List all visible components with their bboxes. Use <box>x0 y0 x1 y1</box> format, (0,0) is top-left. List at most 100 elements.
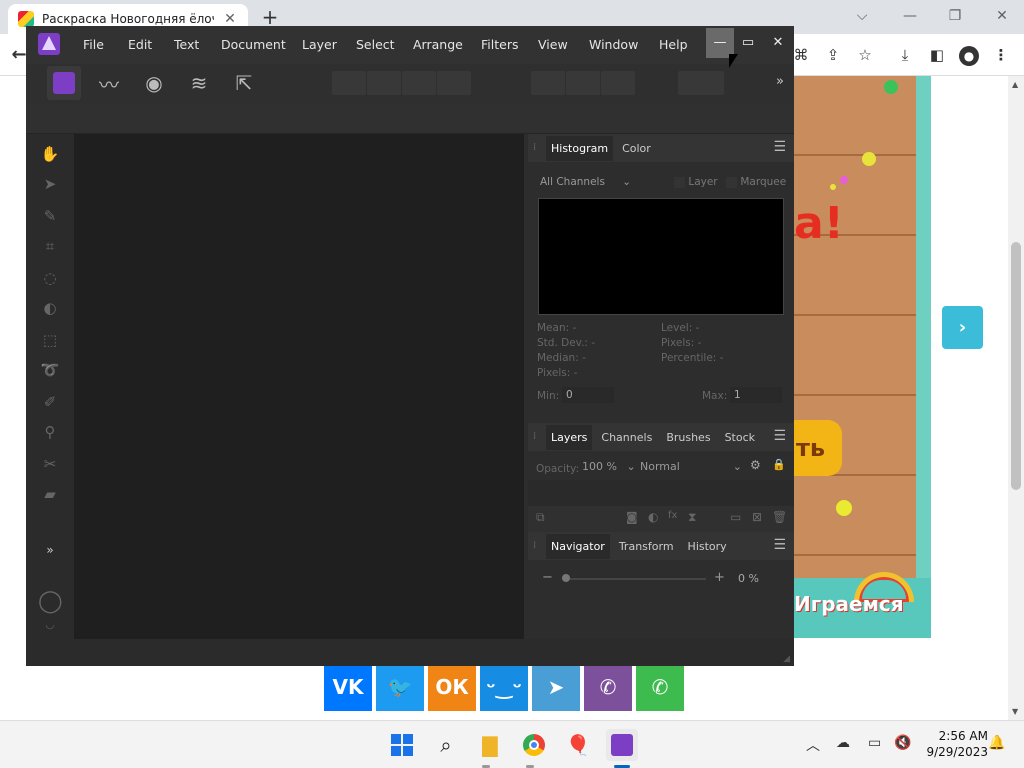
marquee-checkbox[interactable]: Marquee <box>726 176 786 188</box>
layers-list[interactable] <box>528 480 794 506</box>
channel-select[interactable]: All Channels ⌄ <box>540 176 631 188</box>
layer-checkbox[interactable]: Layer <box>674 176 718 188</box>
zoom-value[interactable]: 0 % <box>738 572 759 585</box>
balloon-app-icon[interactable]: 🎈 <box>562 729 594 761</box>
freehand-select-tool-icon[interactable]: ➰ <box>38 358 62 382</box>
move-tool-icon[interactable]: ➤ <box>38 172 62 196</box>
gear-icon[interactable]: ⚙ <box>750 458 761 472</box>
game-start-button[interactable]: ть <box>794 420 842 476</box>
opacity-field[interactable]: 100 % ⌄ <box>582 460 636 473</box>
tools-more-icon[interactable]: » <box>38 538 62 562</box>
photo-persona-icon[interactable] <box>47 66 81 100</box>
hand-tool-icon[interactable]: ✋ <box>38 142 62 166</box>
color-swatch-icon[interactable]: ◯ <box>38 590 63 614</box>
side-panel-icon[interactable]: ◧ <box>924 42 950 68</box>
affinity-maximize-button[interactable]: ▭ <box>734 28 762 58</box>
zoom-in-icon[interactable]: + <box>714 570 725 585</box>
new-layer-icon[interactable]: ⊠ <box>752 510 762 524</box>
tab-close-icon[interactable]: ✕ <box>222 11 238 27</box>
zoom-slider-thumb[interactable] <box>562 574 570 582</box>
live-filter-icon[interactable]: ⧗ <box>688 510 696 525</box>
fx-icon[interactable]: fx <box>668 510 677 521</box>
menu-help[interactable]: Help <box>659 37 688 52</box>
system-clock[interactable]: 2:56 AM 9/29/2023 <box>922 728 988 760</box>
next-arrow-button[interactable]: › <box>942 306 983 349</box>
tab-search-chevron-icon[interactable]: ⌵ <box>842 4 882 28</box>
develop-persona-icon[interactable]: ◉ <box>137 66 171 100</box>
moimir-share-button[interactable]: ᵕ‿ᵕ <box>480 663 528 711</box>
menu-select[interactable]: Select <box>356 37 395 52</box>
panel-grip-icon[interactable]: ⁞ <box>533 431 536 442</box>
menu-text[interactable]: Text <box>174 37 199 52</box>
layer-copy-icon[interactable]: ⧉ <box>536 510 545 525</box>
tab-transform[interactable]: Transform <box>614 534 679 559</box>
telegram-share-button[interactable]: ➤ <box>532 663 580 711</box>
flood-select-tool-icon[interactable]: ◐ <box>38 296 62 320</box>
menu-edit[interactable]: Edit <box>128 37 152 52</box>
menu-file[interactable]: File <box>83 37 104 52</box>
twitter-share-button[interactable]: 🐦 <box>376 663 424 711</box>
tab-channels[interactable]: Channels <box>596 425 657 450</box>
swap-colors-icon[interactable]: ◡ <box>38 614 62 638</box>
tone-mapping-persona-icon[interactable]: ≋ <box>182 66 216 100</box>
panel-menu-icon[interactable]: ☰ <box>773 428 786 444</box>
scroll-up-icon[interactable]: ▲ <box>1012 80 1018 89</box>
profile-avatar-icon[interactable]: ● <box>956 42 982 68</box>
volume-muted-icon[interactable]: 🔇 <box>894 735 911 751</box>
start-windows-icon[interactable] <box>386 729 418 761</box>
tab-layers[interactable]: Layers <box>546 424 593 450</box>
tray-overflow-chevron-icon[interactable]: ︿ <box>806 735 820 755</box>
menu-layer[interactable]: Layer <box>302 37 337 52</box>
toolbar-overflow-icon[interactable]: » <box>776 74 784 89</box>
affinity-close-button[interactable]: ✕ <box>764 28 792 58</box>
lock-icon[interactable]: 🔒 <box>772 458 786 471</box>
page-scrollbar[interactable]: ▲ ▼ <box>1008 76 1024 720</box>
color-picker-tool-icon[interactable]: ✎ <box>38 204 62 228</box>
zoom-slider[interactable] <box>562 574 706 582</box>
eraser-tool-icon[interactable]: ▰ <box>38 482 62 506</box>
tab-stock[interactable]: Stock <box>720 425 760 450</box>
selection-brush-tool-icon[interactable]: ◌ <box>38 266 62 290</box>
menu-arrange[interactable]: Arrange <box>413 37 463 52</box>
tab-history[interactable]: History <box>683 534 732 559</box>
adjustment-icon[interactable]: ◐ <box>648 510 658 524</box>
mask-layer-icon[interactable]: ◙ <box>626 510 638 524</box>
paint-brush-tool-icon[interactable]: ✐ <box>38 390 62 414</box>
affinity-photo-taskbar-icon[interactable] <box>606 729 638 761</box>
liquify-persona-icon[interactable]: 〰 <box>92 66 126 100</box>
menu-view[interactable]: View <box>538 37 568 52</box>
menu-document[interactable]: Document <box>221 37 286 52</box>
panel-grip-icon[interactable]: ⁞ <box>533 142 536 153</box>
zoom-out-icon[interactable]: − <box>542 570 553 585</box>
whatsapp-share-button[interactable]: ✆ <box>636 663 684 711</box>
tab-histogram[interactable]: Histogram <box>546 135 614 161</box>
resize-grip-icon[interactable]: ◢ <box>783 654 790 664</box>
notification-bell-icon[interactable]: 🔔 <box>988 735 1005 751</box>
browser-close-button[interactable]: ✕ <box>982 4 1022 28</box>
scrollbar-thumb[interactable] <box>1011 242 1021 490</box>
panel-menu-icon[interactable]: ☰ <box>773 139 786 155</box>
menu-filters[interactable]: Filters <box>481 37 518 52</box>
max-input[interactable]: 1 <box>730 387 782 403</box>
browser-minimize-button[interactable]: — <box>890 4 930 28</box>
marquee-tool-icon[interactable]: ⬚ <box>38 328 62 352</box>
viber-share-button[interactable]: ✆ <box>584 663 632 711</box>
coloring-game-frame[interactable]: a! ть Играемся <box>794 76 931 638</box>
trash-icon[interactable]: 🗑 <box>772 510 787 524</box>
odnoklassniki-share-button[interactable]: ОК <box>428 663 476 711</box>
crop-tool-icon[interactable]: ⌗ <box>38 234 62 258</box>
tab-navigator[interactable]: Navigator <box>546 533 610 559</box>
vk-share-button[interactable]: VK <box>324 663 372 711</box>
blend-mode-select[interactable]: Normal ⌄ <box>640 460 742 473</box>
bookmark-star-icon[interactable]: ☆ <box>852 42 878 68</box>
min-input[interactable]: 0 <box>562 387 614 403</box>
export-persona-icon[interactable]: ⇱ <box>227 66 261 100</box>
panel-grip-icon[interactable]: ⁞ <box>533 540 536 551</box>
group-folder-icon[interactable]: ▭ <box>730 510 741 524</box>
download-icon[interactable]: ⤓ <box>892 42 918 68</box>
fill-tool-icon[interactable]: ⚲ <box>38 420 62 444</box>
file-explorer-icon[interactable]: ▇ <box>474 729 506 761</box>
onedrive-cloud-icon[interactable]: ☁ <box>836 735 850 751</box>
clone-tool-icon[interactable]: ✂ <box>38 452 62 476</box>
chrome-icon[interactable] <box>518 729 550 761</box>
